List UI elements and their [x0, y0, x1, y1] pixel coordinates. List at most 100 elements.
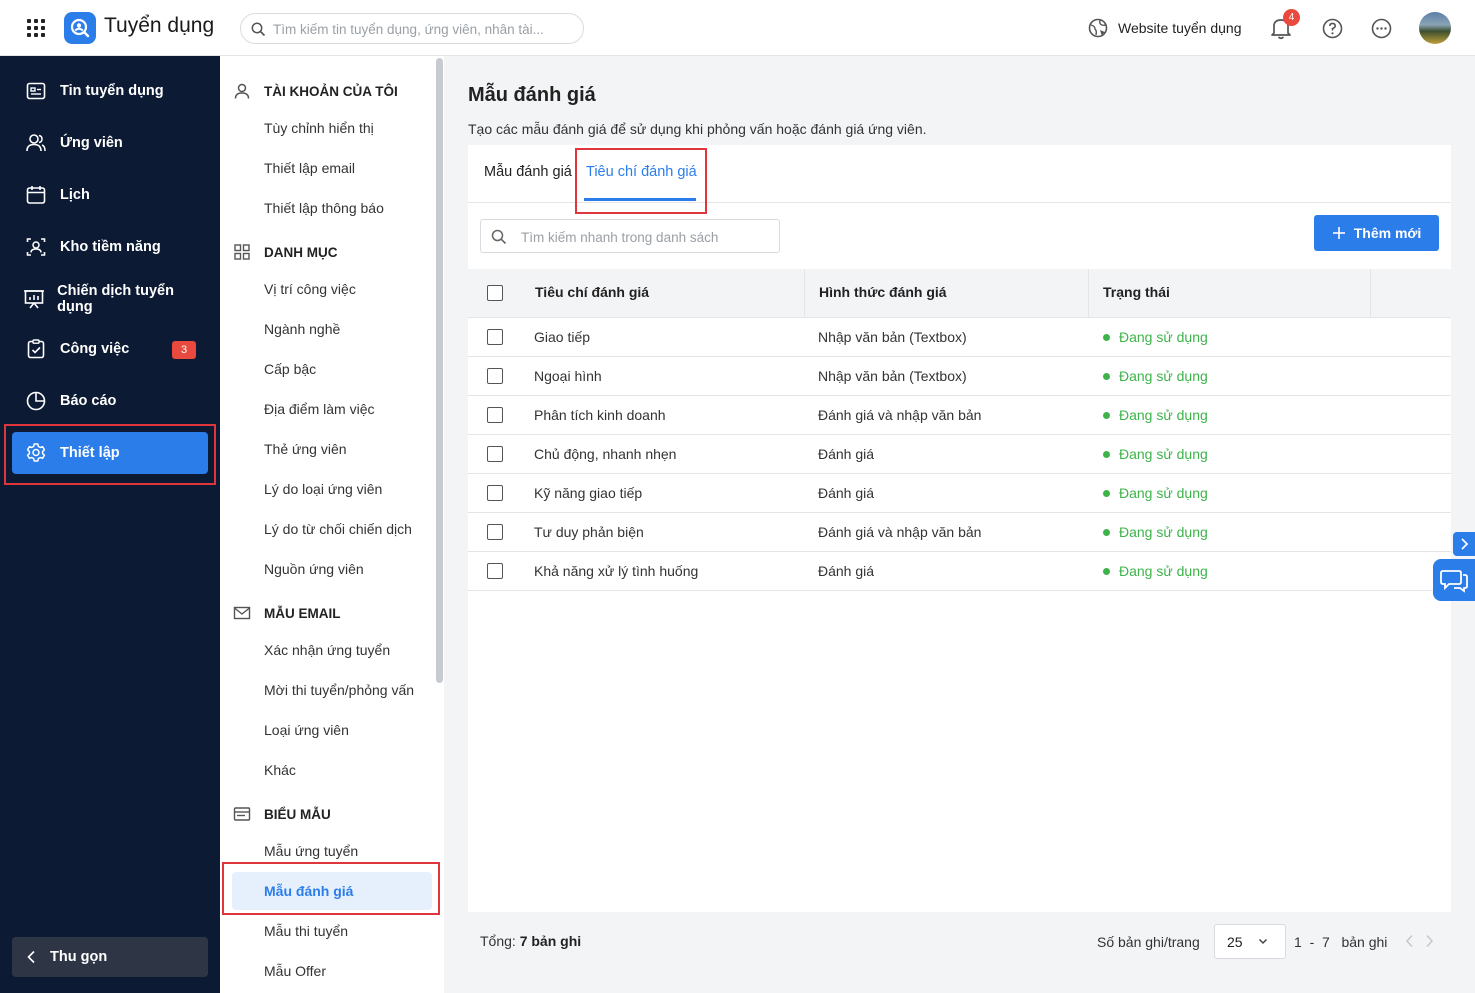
help-icon[interactable] — [1322, 18, 1343, 39]
collapse-sidebar-button[interactable]: Thu gọn — [12, 937, 208, 977]
page-subtitle: Tạo các mẫu đánh giá để sử dụng khi phỏn… — [468, 121, 927, 137]
table-row[interactable]: Giao tiếp Nhập văn bản (Textbox) Đang sử… — [468, 318, 1451, 357]
quick-search[interactable] — [480, 219, 780, 253]
table-row[interactable]: Khả năng xử lý tình huống Đánh giá Đang … — [468, 552, 1451, 591]
chat-button[interactable] — [1433, 559, 1475, 601]
tab-evaluation-templates[interactable]: Mẫu đánh giá — [484, 164, 572, 180]
menu-item-application-confirm[interactable]: Xác nhận ứng tuyển — [264, 642, 390, 658]
row-checkbox[interactable] — [487, 485, 503, 501]
table-footer: Tổng: 7 bản ghi Số bản ghi/trang 25 1 - … — [468, 912, 1451, 971]
menu-item-campaign-decline-reasons[interactable]: Lý do từ chối chiến dịch — [264, 521, 412, 537]
job-post-icon — [24, 79, 48, 103]
sidebar-item-tasks[interactable]: Công việc 3 — [12, 328, 208, 370]
sidebar-item-label: Báo cáo — [60, 393, 117, 409]
form-icon — [232, 804, 252, 824]
evaluation-type: Đánh giá và nhập văn bản — [818, 407, 982, 423]
tab-evaluation-criteria[interactable]: Tiêu chí đánh giá — [586, 164, 697, 180]
row-checkbox[interactable] — [487, 563, 503, 579]
status-badge: Đang sử dụng — [1103, 563, 1208, 579]
sidebar-item-label: Tin tuyển dụng — [60, 83, 164, 99]
row-checkbox[interactable] — [487, 368, 503, 384]
menu-item-candidate-tags[interactable]: Thẻ ứng viên — [264, 441, 347, 457]
sidebar-item-campaigns[interactable]: Chiến dịch tuyển dụng — [12, 278, 208, 320]
website-label: Website tuyển dụng — [1118, 20, 1242, 36]
per-page-select[interactable]: 25 — [1214, 924, 1286, 959]
total-value: 7 bản ghi — [519, 933, 582, 949]
add-new-label: Thêm mới — [1353, 225, 1422, 241]
sidebar-item-candidates[interactable]: Ứng viên — [12, 122, 208, 164]
criteria-name[interactable]: Phân tích kinh doanh — [534, 407, 666, 423]
criteria-name[interactable]: Giao tiếp — [534, 329, 590, 345]
side-panel-toggle[interactable] — [1453, 532, 1475, 556]
menu-item-display[interactable]: Tùy chỉnh hiển thị — [264, 120, 374, 136]
menu-item-locations[interactable]: Địa điểm làm việc — [264, 401, 374, 417]
status-dot-icon — [1103, 489, 1110, 497]
menu-item-candidate-rejection[interactable]: Loại ứng viên — [264, 722, 349, 738]
website-link[interactable]: Website tuyển dụng — [1087, 17, 1242, 39]
table-row[interactable]: Phân tích kinh doanh Đánh giá và nhập vă… — [468, 396, 1451, 435]
table-row[interactable]: Chủ động, nhanh nhẹn Đánh giá Đang sử dụ… — [468, 435, 1451, 474]
prev-page-icon[interactable] — [1405, 934, 1414, 948]
global-search[interactable] — [240, 13, 584, 44]
menu-item-email-setup[interactable]: Thiết lập email — [264, 160, 355, 176]
criteria-name[interactable]: Kỹ năng giao tiếp — [534, 485, 642, 501]
menu-item-rejection-reasons[interactable]: Lý do loại ứng viên — [264, 481, 382, 497]
menu-item-evaluation-form[interactable]: Mẫu đánh giá — [232, 872, 432, 910]
row-checkbox[interactable] — [487, 446, 503, 462]
row-checkbox[interactable] — [487, 407, 503, 423]
column-status[interactable]: Trạng thái — [1103, 284, 1170, 300]
sidebar-item-reports[interactable]: Báo cáo — [12, 380, 208, 422]
calendar-icon — [24, 183, 48, 207]
chat-icon — [1440, 570, 1468, 593]
task-icon — [24, 337, 48, 361]
criteria-name[interactable]: Khả năng xử lý tình huống — [534, 563, 698, 579]
criteria-name[interactable]: Tư duy phản biện — [534, 524, 644, 540]
app-logo-icon[interactable] — [64, 12, 96, 44]
report-icon — [24, 389, 48, 413]
column-evaluation-type[interactable]: Hình thức đánh giá — [819, 284, 947, 300]
menu-item-industries[interactable]: Ngành nghề — [264, 321, 340, 337]
talent-pool-icon — [24, 235, 48, 259]
quick-search-input[interactable] — [521, 229, 771, 245]
column-criteria[interactable]: Tiêu chí đánh giá — [535, 284, 649, 300]
section-forms: BIỂU MẪU — [232, 803, 331, 825]
menu-item-candidate-sources[interactable]: Nguồn ứng viên — [264, 561, 364, 577]
criteria-name[interactable]: Ngoại hình — [534, 368, 602, 384]
menu-item-offer-form[interactable]: Mẫu Offer — [264, 963, 326, 979]
table-row[interactable]: Kỹ năng giao tiếp Đánh giá Đang sử dụng — [468, 474, 1451, 513]
sidebar-item-calendar[interactable]: Lịch — [12, 174, 208, 216]
sidebar-item-label: Kho tiềm năng — [60, 239, 161, 255]
apps-grid-icon[interactable] — [27, 19, 45, 37]
next-page-icon[interactable] — [1425, 934, 1434, 948]
notifications[interactable]: 4 — [1268, 9, 1300, 41]
sidebar-item-label: Lịch — [60, 187, 90, 203]
sidebar-item-talent-pool[interactable]: Kho tiềm năng — [12, 226, 208, 268]
sidebar-item-job-posts[interactable]: Tin tuyển dụng — [12, 70, 208, 112]
menu-item-positions[interactable]: Vị trí công việc — [264, 281, 356, 297]
add-new-button[interactable]: Thêm mới — [1314, 215, 1439, 251]
page-range: 1 - 7 bản ghi — [1294, 934, 1388, 950]
tab-bar: Mẫu đánh giá Tiêu chí đánh giá — [468, 145, 1451, 203]
settings-menu-scrollbar[interactable] — [436, 58, 443, 683]
row-checkbox[interactable] — [487, 524, 503, 540]
status-label: Đang sử dụng — [1119, 407, 1208, 423]
row-checkbox[interactable] — [487, 329, 503, 345]
menu-item-application-form[interactable]: Mẫu ứng tuyển — [264, 843, 358, 859]
menu-item-interview-invite[interactable]: Mời thi tuyển/phỏng vấn — [264, 682, 414, 698]
table-row[interactable]: Tư duy phản biện Đánh giá và nhập văn bả… — [468, 513, 1451, 552]
chevron-down-icon — [1258, 938, 1268, 945]
per-page-value: 25 — [1227, 934, 1243, 950]
table-row[interactable]: Ngoại hình Nhập văn bản (Textbox) Đang s… — [468, 357, 1451, 396]
menu-item-levels[interactable]: Cấp bậc — [264, 361, 316, 377]
menu-item-notification-setup[interactable]: Thiết lập thông báo — [264, 200, 384, 216]
page-title: Mẫu đánh giá — [468, 84, 596, 106]
menu-item-other[interactable]: Khác — [264, 762, 296, 778]
criteria-name[interactable]: Chủ động, nhanh nhẹn — [534, 446, 676, 462]
sidebar-item-settings[interactable]: Thiết lập — [12, 432, 208, 474]
menu-item-test-form[interactable]: Mẫu thi tuyển — [264, 923, 348, 939]
select-all-checkbox[interactable] — [487, 285, 503, 301]
avatar[interactable] — [1419, 12, 1451, 44]
more-icon[interactable] — [1371, 18, 1392, 39]
evaluation-type: Nhập văn bản (Textbox) — [818, 329, 967, 345]
global-search-input[interactable] — [273, 20, 573, 38]
